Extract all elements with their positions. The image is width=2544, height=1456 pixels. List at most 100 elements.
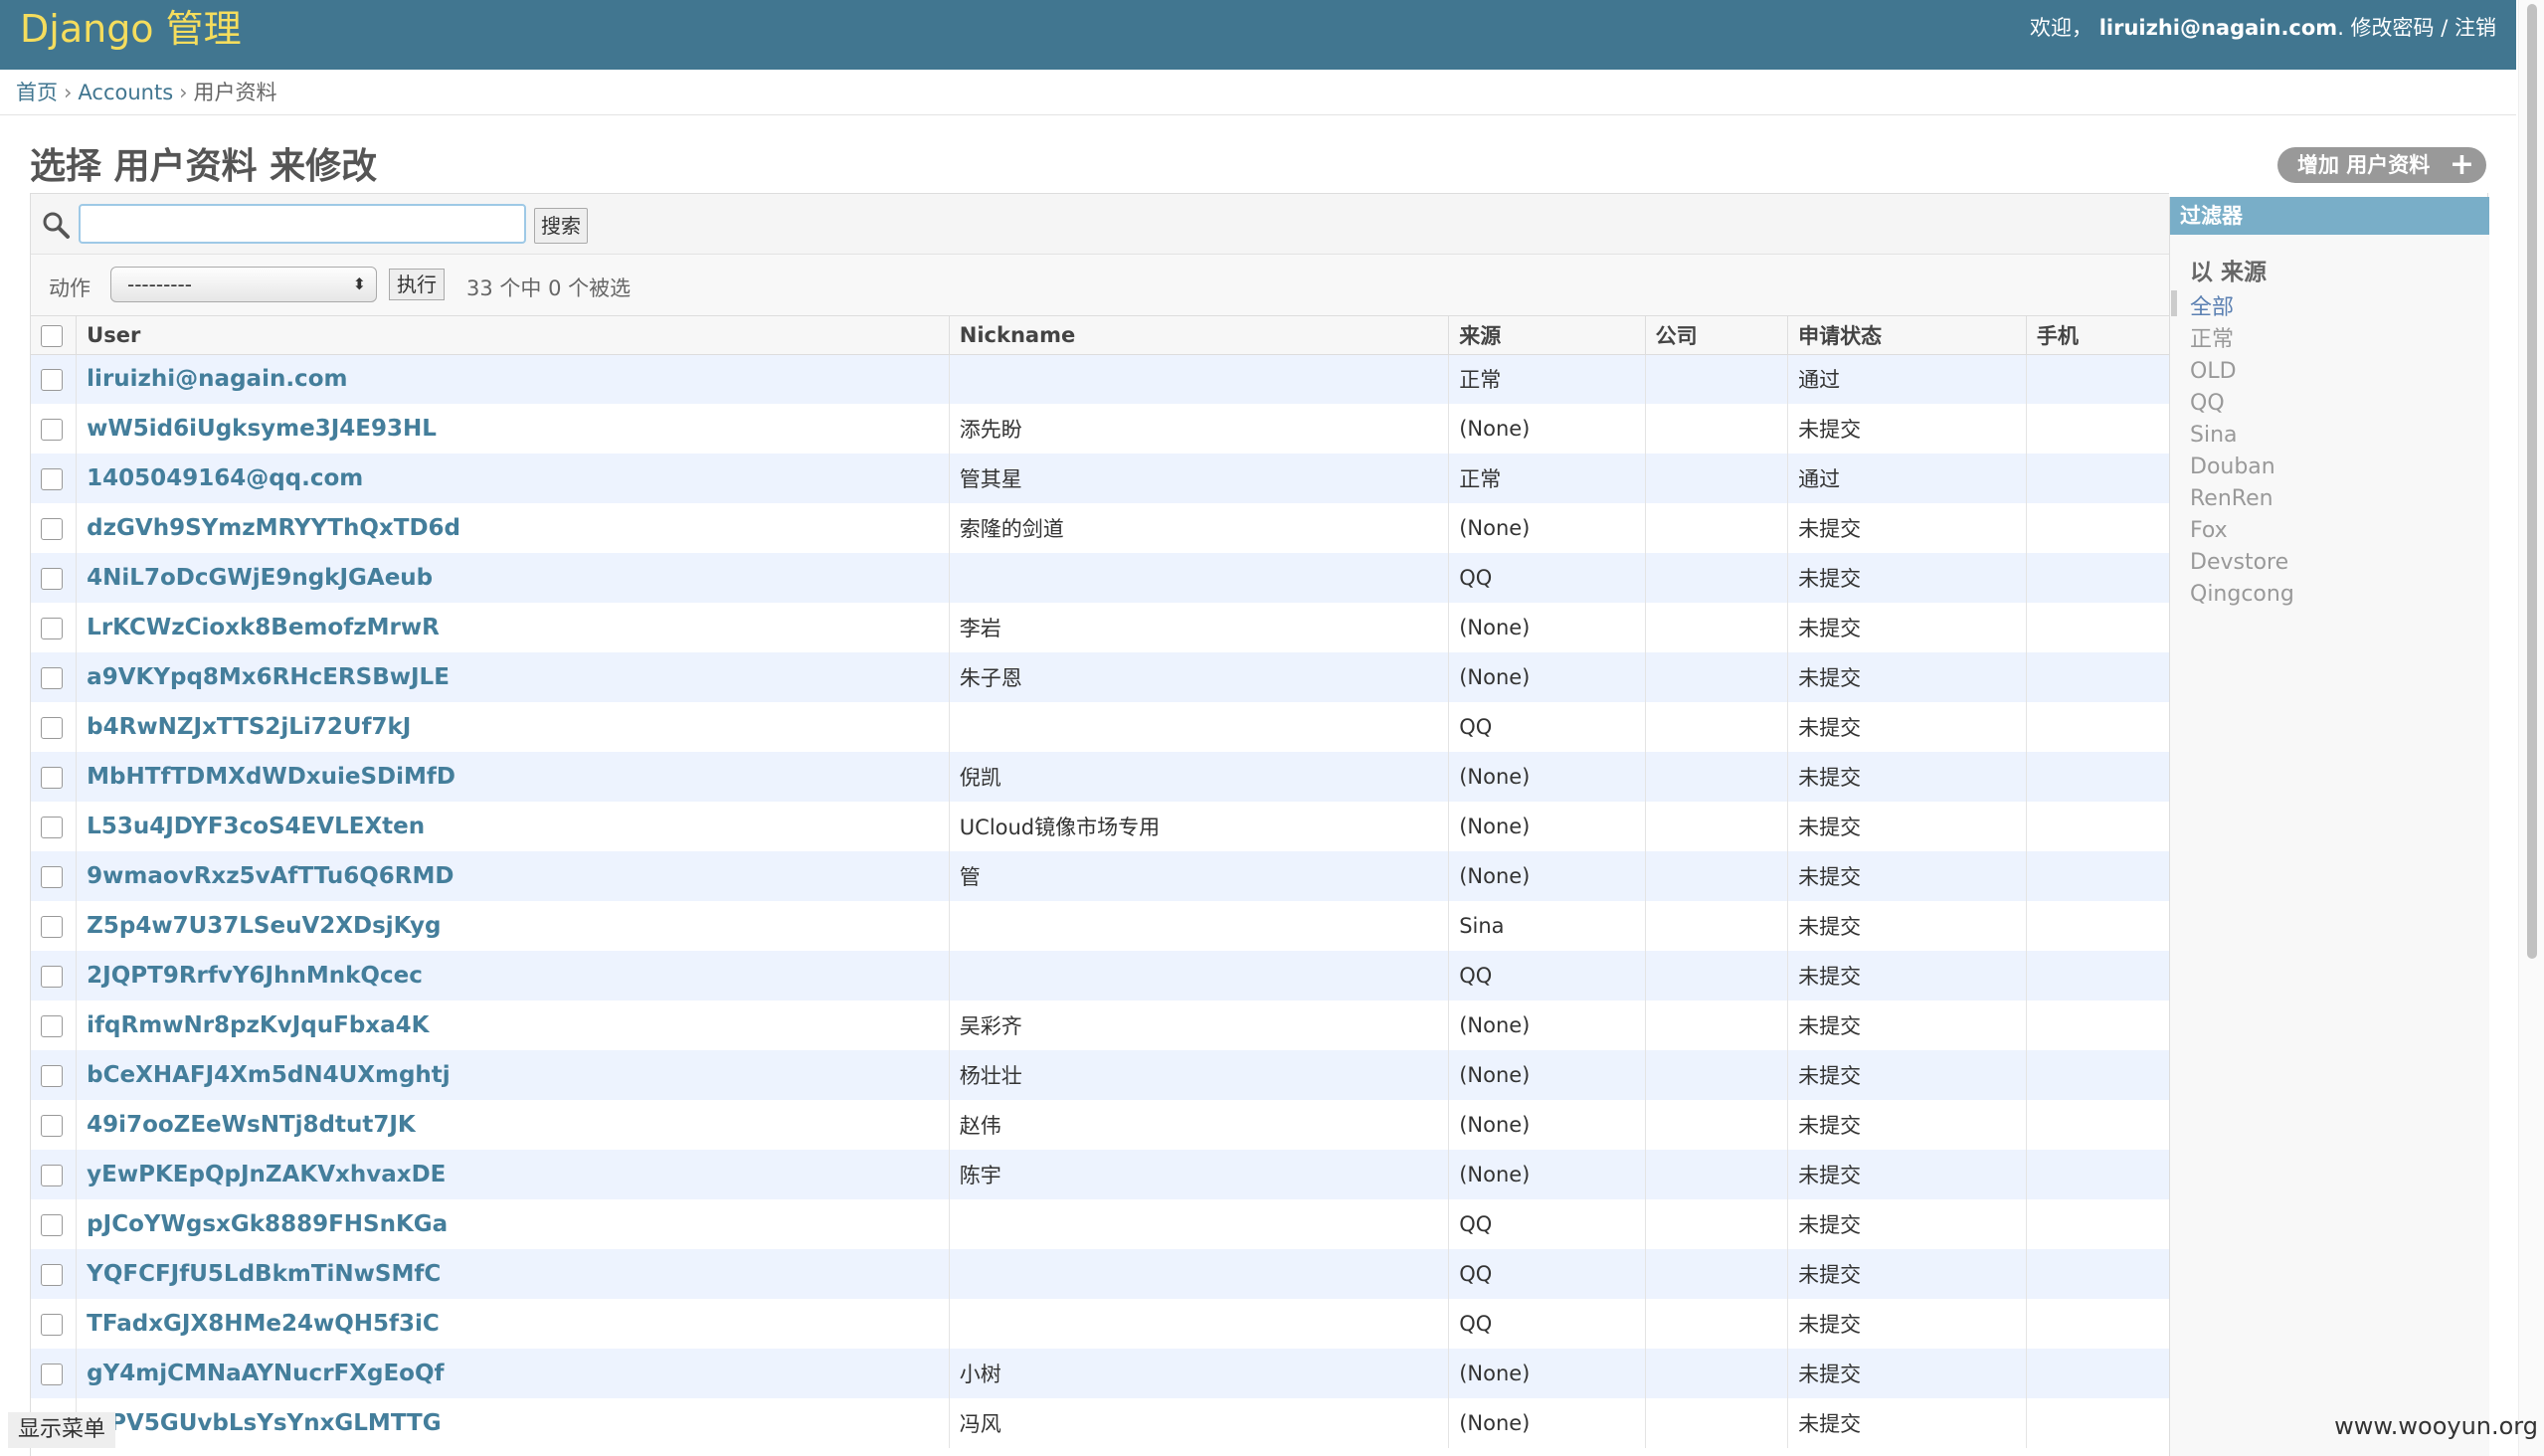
column-header-company[interactable]: 公司 [1644,316,1788,355]
row-checkbox[interactable] [41,369,63,392]
user-link[interactable]: liruizhi@nagain.com [87,366,347,392]
user-link[interactable]: 4NiL7oDcGWjE9ngkJGAeub [87,565,433,591]
row-checkbox[interactable] [41,518,63,540]
row-checkbox[interactable] [41,1314,63,1336]
phone-cell [2025,1001,2169,1050]
add-profile-button[interactable]: 增加 用户资料 + [2277,147,2486,183]
filter-item[interactable]: Fox [2190,515,2489,547]
column-header-phone[interactable]: 手机 [2025,316,2169,355]
column-header-source[interactable]: 来源 [1448,316,1646,355]
filter-item[interactable]: Sina [2190,420,2489,452]
site-brand[interactable]: Django 管理 [20,6,242,52]
search-input[interactable] [79,204,526,244]
user-link[interactable]: wW5id6iUgksyme3J4E93HL [87,416,437,442]
row-checkbox[interactable] [41,916,63,938]
column-header-status[interactable]: 申请状态 [1787,316,2027,355]
row-checkbox[interactable] [41,767,63,789]
user-link[interactable]: ifqRmwNr8pzKvJquFbxa4K [87,1012,429,1038]
status-cell: 未提交 [1787,1299,2027,1349]
row-select-cell [31,603,77,652]
user-cell: TFadxGJX8HMe24wQH5f3iC [76,1299,950,1349]
user-link[interactable]: Z5p4w7U37LSeuV2XDsjKyg [87,913,441,939]
table-row: 1405049164@qq.com 管其星 正常 通过 [31,454,2169,503]
logout-link[interactable]: 注销 [2454,16,2496,40]
user-cell: L53u4JDYF3coS4EVLEXten [76,802,950,851]
action-select[interactable]: --------- ⬍ [110,267,377,302]
row-checkbox[interactable] [41,1364,63,1385]
user-link[interactable]: b4RwNZJxTTS2jLi72Uf7kJ [87,714,411,740]
row-checkbox[interactable] [41,419,63,441]
scrollbar-thumb[interactable] [2527,4,2537,959]
show-menu-button[interactable]: 显示菜单 [8,1412,116,1448]
phone-cell [2025,851,2169,901]
user-cell: 1405049164@qq.com [76,454,950,503]
nickname-cell: 倪凯 [948,752,1449,802]
company-cell [1644,354,1788,404]
user-link[interactable]: a9VKYpq8Mx6RHcERSBwJLE [87,664,450,690]
phone-cell [2025,1150,2169,1199]
row-checkbox[interactable] [41,966,63,988]
search-button[interactable]: 搜索 [534,208,588,244]
phone-cell [2025,1398,2169,1448]
user-cell: liruizhi@nagain.com [76,354,950,404]
row-checkbox[interactable] [41,568,63,590]
filter-item[interactable]: OLD [2190,356,2489,388]
go-button[interactable]: 执行 [389,269,445,300]
phone-cell [2025,1249,2169,1299]
breadcrumb-app[interactable]: Accounts [78,81,173,104]
row-checkbox[interactable] [41,866,63,888]
column-header-nickname[interactable]: Nickname [948,316,1449,355]
user-link[interactable]: pJCoYWgsxGk8889FHSnKGa [87,1211,448,1237]
user-link[interactable]: 1405049164@qq.com [87,465,363,491]
nickname-cell: 朱子恩 [948,652,1449,702]
user-cell: Z5p4w7U37LSeuV2XDsjKyg [76,901,950,951]
filter-item[interactable]: Devstore [2190,547,2489,579]
row-checkbox[interactable] [41,1115,63,1137]
page-scrollbar[interactable] [2518,0,2544,1456]
user-link[interactable]: TFadxGJX8HMe24wQH5f3iC [87,1311,440,1337]
user-link[interactable]: 2JQPT9RrfvY6JhnMnkQcec [87,963,423,989]
user-link[interactable]: MbHTfTDMXdWDxuieSDiMfD [87,764,455,790]
company-cell [1644,1150,1788,1199]
status-cell: 未提交 [1787,652,2027,702]
row-checkbox[interactable] [41,468,63,490]
user-link[interactable]: bCeXHAFJ4Xm5dN4UXmghtj [87,1062,451,1088]
company-cell [1644,901,1788,951]
user-link[interactable]: gY4mjCMNaAYNucrFXgEoQf [87,1361,444,1386]
breadcrumb-separator: › [179,81,188,104]
row-checkbox[interactable] [41,1264,63,1286]
table-row: bCeXHAFJ4Xm5dN4UXmghtj 杨壮壮 (None) 未提交 [31,1050,2169,1100]
user-link[interactable]: dzGVh9SYmzMRYYThQxTD6d [87,515,460,541]
row-checkbox[interactable] [41,817,63,838]
row-checkbox[interactable] [41,1065,63,1087]
user-link[interactable]: …PV5GUvbLsYsYnxGLMTTG [87,1410,441,1436]
row-select-cell [31,503,77,553]
row-checkbox[interactable] [41,717,63,739]
filter-item[interactable]: 全部 [2190,292,2489,324]
status-cell: 未提交 [1787,1249,2027,1299]
nickname-cell: 添先盼 [948,404,1449,454]
filter-item[interactable]: Qingcong [2190,579,2489,611]
phone-cell [2025,454,2169,503]
breadcrumb-home[interactable]: 首页 [16,81,58,104]
user-link[interactable]: L53u4JDYF3coS4EVLEXten [87,814,425,839]
user-link[interactable]: 49i7ooZEeWsNTj8dtut7JK [87,1112,416,1138]
user-link[interactable]: yEwPKEpQpJnZAKVxhvaxDE [87,1162,446,1187]
row-checkbox[interactable] [41,1214,63,1236]
row-checkbox[interactable] [41,618,63,639]
filter-item[interactable]: QQ [2190,388,2489,420]
change-password-link[interactable]: 修改密码 [2351,16,2435,40]
row-checkbox[interactable] [41,1165,63,1186]
filter-item[interactable]: 正常 [2190,324,2489,356]
filter-item[interactable]: RenRen [2190,483,2489,515]
search-icon [43,212,70,239]
nickname-cell [948,1249,1449,1299]
row-checkbox[interactable] [41,667,63,689]
user-link[interactable]: LrKCWzCioxk8BemofzMrwR [87,615,440,640]
user-link[interactable]: 9wmaovRxz5vAfTTu6Q6RMD [87,863,454,889]
select-all-checkbox[interactable] [41,324,63,347]
filter-item[interactable]: Douban [2190,452,2489,483]
column-header-user[interactable]: User [76,316,950,355]
row-checkbox[interactable] [41,1015,63,1037]
user-link[interactable]: YQFCFJfU5LdBkmTiNwSMfC [87,1261,441,1287]
